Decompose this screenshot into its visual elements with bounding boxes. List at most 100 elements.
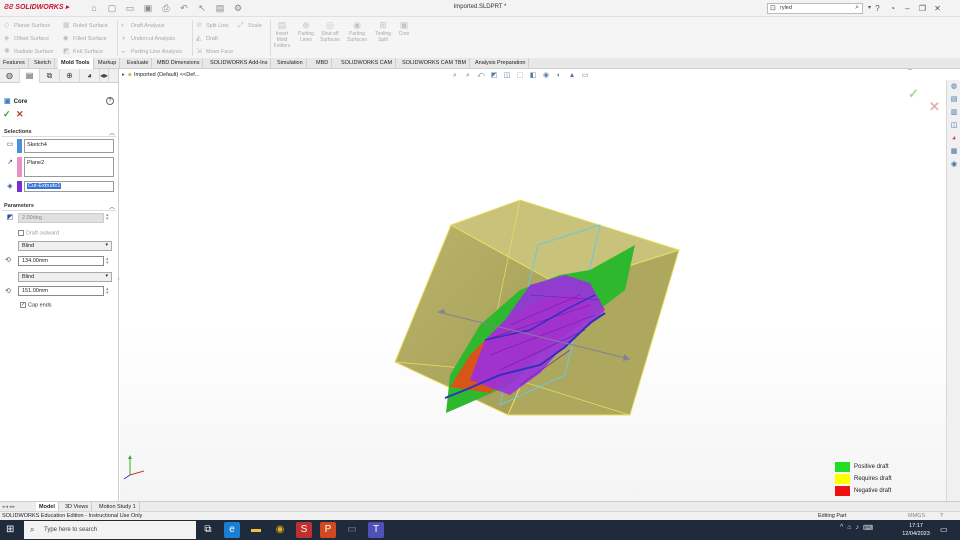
shut-off-surfaces-button[interactable]: ◎ Shut-off Surfaces (319, 20, 341, 43)
tab-mold-tools[interactable]: Mold Tools (58, 58, 94, 69)
system-clock[interactable]: 17:17 12/04/2023 (896, 522, 936, 538)
zoom-to-area-icon[interactable]: ⌕ (463, 71, 473, 81)
apply-scene-icon[interactable]: ▲ (567, 71, 577, 81)
offset-surface-button[interactable]: ◈ Offset Surface (4, 32, 53, 45)
save-icon[interactable]: ▣ (140, 3, 156, 14)
chrome-browser-icon[interactable]: ◉ (272, 522, 288, 538)
close-icon[interactable]: ✕ (928, 69, 936, 72)
tab-markup[interactable]: Markup (95, 58, 121, 69)
property-manager-tab-icon[interactable]: ▤ (20, 69, 40, 83)
options-gear-icon[interactable]: ⚙ (230, 3, 246, 14)
tooling-split-button[interactable]: ⊞ Tooling Split (372, 20, 394, 43)
close-icon[interactable]: ✕ (932, 3, 943, 14)
draft-button[interactable]: ◭ Draft (196, 32, 233, 45)
tile-icon[interactable]: ▢ (906, 69, 914, 72)
powerpoint-icon[interactable]: P (320, 522, 336, 538)
sketch-selection-box[interactable]: Sketch4 (24, 139, 114, 153)
design-library-icon[interactable]: ▤ (949, 95, 959, 105)
view-settings-icon[interactable]: ▭ (580, 71, 590, 81)
edge-browser-icon[interactable]: e (224, 522, 240, 538)
depth-1-input[interactable]: 134.00mm (18, 256, 104, 266)
tab-evaluate[interactable]: Evaluate (124, 58, 153, 69)
cap-ends-checkbox[interactable]: ✓ Cap ends (20, 302, 52, 308)
scale-button[interactable]: ⤢ Scale (238, 19, 262, 32)
knit-surface-button[interactable]: ◩ Knit Surface (63, 45, 108, 58)
tab-solidworks-add-ins[interactable]: SOLIDWORKS Add-Ins (207, 58, 272, 69)
filled-surface-button[interactable]: ◆ Filled Surface (63, 32, 108, 45)
file-explorer-icon[interactable]: ▬ (248, 522, 264, 538)
move-face-button[interactable]: ⇲ Move Face (196, 45, 233, 58)
display-manager-tab-icon[interactable]: ◕ (80, 69, 100, 83)
panel-more-icon[interactable]: ◂▸ (100, 69, 109, 83)
minimize-icon[interactable]: – (902, 3, 913, 14)
body-selection-box[interactable]: Cut-Extrude1 (24, 181, 114, 192)
tab-solidworks-cam[interactable]: SOLIDWORKS CAM (338, 58, 397, 69)
help-icon[interactable]: ? (106, 97, 114, 105)
configuration-manager-tab-icon[interactable]: ⧉ (40, 69, 60, 83)
feature-tree-flyout[interactable]: ▸ ◈ Imported (Default) <<Def... (122, 72, 199, 78)
app-icon[interactable]: ▭ (344, 522, 360, 538)
core-model-3d[interactable] (390, 125, 690, 425)
windows-start-icon[interactable]: ⊞ (6, 524, 18, 536)
notifications-icon[interactable]: ▭ (940, 525, 948, 534)
tab-solidworks-cam-tbm[interactable]: SOLIDWORKS CAM TBM (399, 58, 471, 69)
undercut-analysis-button[interactable]: ◑ Undercut Analysis (121, 32, 182, 45)
previous-view-icon[interactable]: ⤺ (476, 71, 486, 81)
search-icon[interactable]: ⌕ (855, 4, 859, 12)
appearances-icon[interactable]: ◕ (949, 134, 959, 144)
restore-icon[interactable]: ❐ (895, 69, 903, 72)
language-icon[interactable]: ⌨ (863, 524, 873, 532)
undo-icon[interactable]: ↶ (176, 3, 192, 14)
restore-icon[interactable]: ❐ (917, 3, 928, 14)
teams-icon[interactable]: T (368, 522, 384, 538)
expand-arrow-icon[interactable]: ▸ (122, 72, 125, 78)
help-icon[interactable]: ? (872, 3, 883, 14)
network-icon[interactable]: ⌂ (847, 524, 851, 532)
tab-mbd[interactable]: MBD (313, 58, 333, 69)
view-orientation-icon[interactable]: ⬚ (515, 71, 525, 81)
ok-button[interactable]: ✓ (3, 109, 11, 120)
search-dropdown-icon[interactable]: ▾ (868, 4, 871, 11)
display-style-icon[interactable]: ◧ (528, 71, 538, 81)
solidworks-resources-icon[interactable]: ◍ (949, 82, 959, 92)
hide-show-items-icon[interactable]: ◉ (541, 71, 551, 81)
cancel-button[interactable]: ✕ (16, 109, 24, 120)
taskbar-search-input[interactable]: ⌕ Type here to search (24, 521, 196, 539)
solidworks-forum-icon[interactable]: ◉ (949, 160, 959, 170)
tab-mbd-dimensions[interactable]: MBD Dimensions (154, 58, 204, 69)
end-condition-2-select[interactable]: Blind ▾ (18, 272, 112, 282)
dynamic-annotation-icon[interactable]: ◫ (502, 71, 512, 81)
depth-2-spinner-icon[interactable]: ▴ ▾ (106, 287, 109, 296)
end-condition-1-select[interactable]: Blind ▾ (18, 241, 112, 251)
parameters-header[interactable]: Parameters (4, 203, 34, 209)
custom-properties-icon[interactable]: ▦ (949, 147, 959, 157)
tray-overflow-icon[interactable]: ^ (840, 524, 843, 532)
new-document-icon[interactable]: ▢ (104, 3, 120, 14)
confirm-cancel-icon[interactable]: ✕ (929, 99, 940, 115)
user-icon[interactable]: ◔ (887, 3, 898, 14)
split-line-button[interactable]: ⊘ Split Line (196, 19, 233, 32)
tab-scroll-arrows-icon[interactable]: ◂◂◂▸ (2, 504, 16, 510)
depth-2-input[interactable]: 151.00mm (18, 286, 104, 296)
home-icon[interactable]: ⌂ (86, 3, 102, 14)
parting-surfaces-button[interactable]: ◉ Parting Surfaces (346, 20, 368, 43)
selections-header[interactable]: Selections (4, 129, 32, 135)
edit-appearance-icon[interactable]: ◐ (554, 71, 564, 81)
depth-1-spinner-icon[interactable]: ▴ ▾ (106, 257, 109, 266)
ruled-surface-button[interactable]: ▦ Ruled Surface (63, 19, 108, 32)
solidworks-logo[interactable]: ƧƧ SOLIDWORKS ▸ (4, 3, 69, 11)
graphics-area[interactable]: ▸ ◈ Imported (Default) <<Def... ⌕ ⌕ ⤺ ◩ ◫ … (120, 69, 946, 501)
section-view-icon[interactable]: ◩ (489, 71, 499, 81)
zoom-to-fit-icon[interactable]: ⌕ (450, 71, 460, 81)
volume-icon[interactable]: ♪ (856, 524, 860, 532)
feature-manager-tab-icon[interactable]: ◍ (0, 69, 20, 83)
direction-selection-box[interactable]: Plane2 (24, 157, 114, 177)
file-explorer-icon[interactable]: ▥ (949, 108, 959, 118)
tab-analysis-preparation[interactable]: Analysis Preparation (472, 58, 530, 69)
draft-analysis-button[interactable]: ◐ Draft Analysis (121, 19, 182, 32)
select-arrow-icon[interactable]: ↖ (194, 3, 210, 14)
print-icon[interactable]: ⎙ (158, 3, 174, 14)
insert-mold-folders-button[interactable]: ▤ Insert Mold Folders (271, 20, 293, 49)
radiate-surface-button[interactable]: ✺ Radiate Surface (4, 45, 53, 58)
view-palette-icon[interactable]: ◫ (949, 121, 959, 131)
